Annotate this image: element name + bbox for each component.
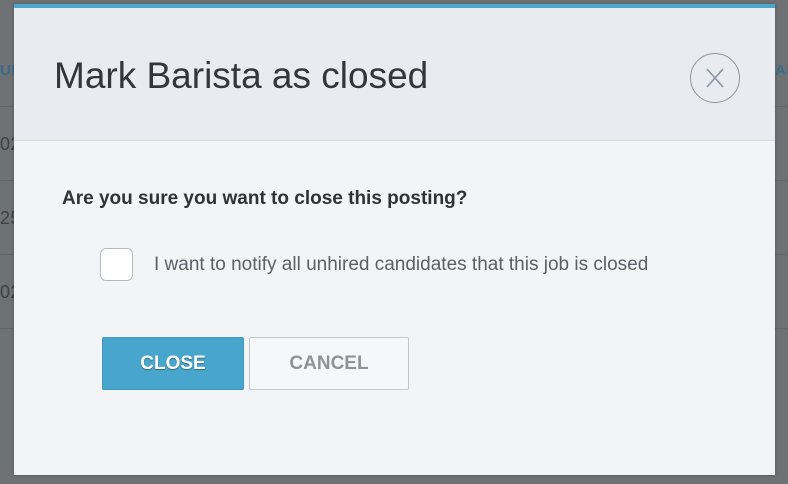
cancel-button[interactable]: CANCEL xyxy=(249,337,409,390)
dialog-title: Mark Barista as closed xyxy=(54,55,429,96)
dialog-header: Mark Barista as closed xyxy=(14,8,775,141)
close-posting-dialog: Mark Barista as closed Are you sure you … xyxy=(14,4,775,475)
close-x-icon xyxy=(705,67,725,89)
background-column-header: AP xyxy=(775,62,788,79)
confirm-question: Are you sure you want to close this post… xyxy=(62,188,468,209)
dialog-body: Are you sure you want to close this post… xyxy=(14,141,775,475)
notify-candidates-label: I want to notify all unhired candidates … xyxy=(154,253,649,275)
dialog-close-button[interactable] xyxy=(690,53,740,103)
notify-candidates-checkbox[interactable] xyxy=(100,248,133,281)
close-posting-button[interactable]: CLOSE xyxy=(102,337,244,390)
notify-candidates-option[interactable]: I want to notify all unhired candidates … xyxy=(100,248,648,281)
